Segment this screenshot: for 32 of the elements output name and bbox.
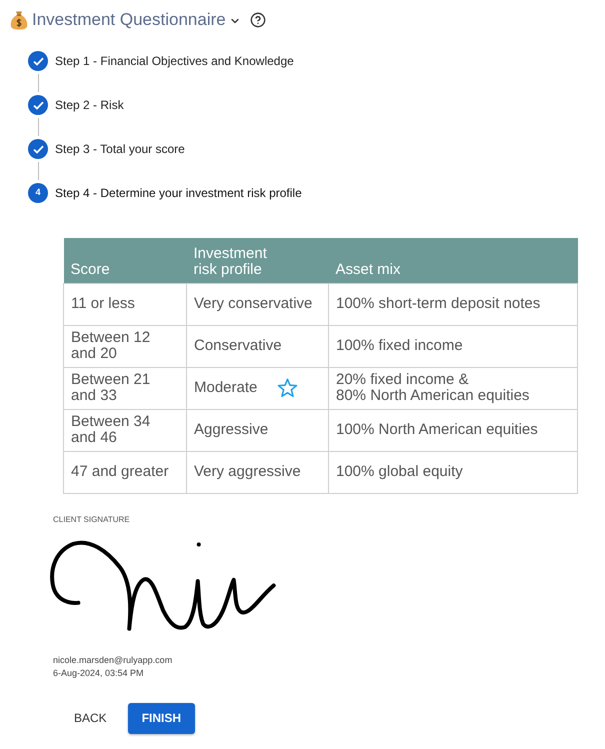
signature-timestamp: 6-Aug-2024, 03:54 PM — [53, 666, 144, 680]
table-cell: 100% global equity — [336, 464, 463, 480]
step-label[interactable]: Step 2 - Risk — [55, 96, 124, 114]
signature-label: CLIENT SIGNATURE — [53, 514, 130, 524]
back-button[interactable]: BACK — [64, 702, 117, 734]
help-icon[interactable] — [250, 12, 266, 28]
table-cell: Moderate — [194, 380, 258, 396]
page-title: Investment Questionnaire — [32, 9, 226, 31]
table-cell: Conservative — [194, 338, 282, 354]
step-number: 4 — [28, 183, 48, 203]
step-label[interactable]: Step 1 - Financial Objectives and Knowledge — [55, 52, 294, 70]
signer-email: nicole.marsden@rulyapp.com — [53, 654, 172, 666]
table-cell: Between 34 and 46 — [71, 414, 150, 446]
table-cell: 11 or less — [71, 296, 135, 312]
table-cell: 20% fixed income & 80% North American equities — [336, 372, 530, 404]
step-label[interactable]: Step 4 - Determine your investment risk profile — [55, 184, 302, 202]
column-header: Score — [64, 238, 186, 283]
column-header: Asset mix — [328, 238, 578, 283]
table-cell: Very aggressive — [194, 464, 301, 480]
finish-button[interactable]: FINISH — [128, 702, 196, 734]
table-cell: 100% fixed income — [336, 338, 463, 354]
table-cell: Between 21 and 33 — [71, 372, 150, 404]
column-header: Investment risk profile — [186, 238, 328, 283]
table-cell: Aggressive — [194, 422, 268, 438]
table-cell: Very conservative — [194, 296, 312, 312]
money-bag-icon — [10, 10, 28, 30]
step-label[interactable]: Step 3 - Total your score — [55, 140, 185, 158]
table-cell: Between 12 and 20 — [71, 330, 150, 362]
table-cell: 100% short-term deposit notes — [336, 296, 540, 312]
table-cell: 47 and greater — [71, 464, 169, 480]
table-cell: 100% North American equities — [336, 422, 538, 438]
star-icon[interactable] — [277, 378, 298, 398]
